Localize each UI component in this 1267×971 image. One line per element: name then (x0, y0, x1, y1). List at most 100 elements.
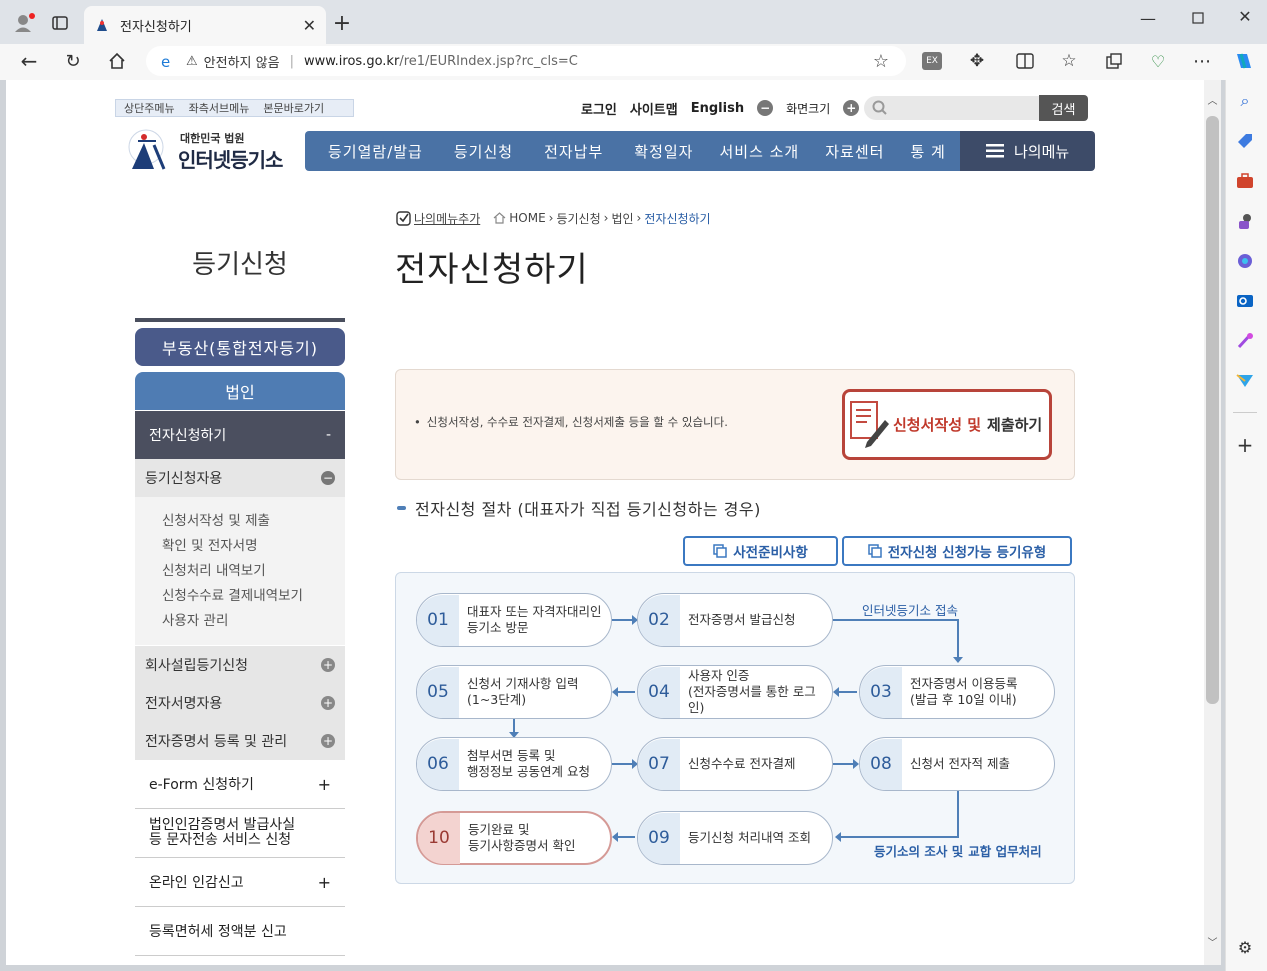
link-license-tax-label: 등록면허세 정액분 신고 (149, 924, 287, 940)
group-applicant[interactable]: 등기신청자용 − (135, 459, 345, 497)
zoom-label: 화면크기 (786, 101, 831, 116)
split-screen-icon[interactable] (1014, 50, 1036, 72)
sidebar-outlook-icon[interactable] (1234, 290, 1256, 312)
my-menu-button[interactable]: 나의메뉴 (960, 131, 1095, 171)
back-icon[interactable]: ← (18, 49, 40, 73)
skip-link-top-menu[interactable]: 상단주메뉴 (124, 100, 175, 116)
sidebar-tag-icon[interactable] (1234, 130, 1256, 152)
step-text: 등기신청 처리내역 조회 (688, 830, 811, 845)
link-sms-service[interactable]: 법인인감증명서 발급사실 등 문자전송 서비스 신청 (135, 809, 345, 858)
scroll-down-icon[interactable]: ﹀ (1205, 934, 1220, 949)
group-certificate[interactable]: 전자증명서 등록 및 관리 + (135, 722, 345, 760)
submenu-item-write[interactable]: 신청서작성 및 제출 (162, 506, 345, 531)
scrollbar-thumb[interactable] (1206, 116, 1219, 704)
new-tab-icon[interactable]: + (332, 11, 352, 36)
link-eform-label: e-Form 신청하기 (149, 777, 254, 793)
sidebar-search-icon[interactable]: ⌕ (1234, 90, 1256, 112)
my-menu-label: 나의메뉴 (1014, 142, 1070, 161)
nav-fixed-date[interactable]: 확정일자 (621, 141, 706, 162)
browser-essentials-icon[interactable]: ♡ (1147, 50, 1169, 72)
add-my-menu-link[interactable]: 나의메뉴추가 (414, 210, 480, 227)
url-separator: | (289, 53, 294, 69)
crumb-registry[interactable]: 등기신청 (556, 210, 600, 227)
close-tab-icon[interactable]: ✕ (303, 16, 316, 35)
connector-line (513, 719, 515, 733)
extension-icon[interactable]: EX (922, 52, 942, 70)
procedure-flowchart: 01 대표자 또는 자격자대리인 등기소 방문 02 전자증명서 발급신청 인터… (395, 572, 1075, 884)
copilot-icon[interactable] (1231, 48, 1257, 74)
maximize-icon[interactable] (1188, 8, 1208, 28)
left-nav-active-item[interactable]: 전자신청하기 - (135, 411, 345, 459)
sidebar-games-icon[interactable] (1234, 210, 1256, 232)
url-bar[interactable]: e ⚠ 안전하지 않음 | www.iros.go.kr /re1/EURInd… (146, 46, 906, 76)
nav-statistics[interactable]: 통 계 (897, 141, 958, 162)
skip-link-content[interactable]: 본문바로가기 (263, 100, 324, 116)
sidebar-designer-icon[interactable] (1234, 330, 1256, 352)
profile-icon[interactable] (12, 12, 36, 34)
crumb-sep: › (548, 211, 554, 225)
zoom-out-icon[interactable]: − (757, 100, 774, 116)
zoom-in-icon[interactable]: + (843, 100, 860, 116)
sidebar-divider (1233, 412, 1257, 413)
search-button[interactable]: 검색 (1039, 95, 1088, 121)
sidebar-send-icon[interactable] (1234, 370, 1256, 392)
crumb-home[interactable]: HOME (509, 211, 545, 225)
connector-line (957, 619, 959, 659)
skip-links: 상단주메뉴 좌측서브메뉴 본문바로가기 (115, 99, 354, 117)
home-crumb-icon (492, 211, 506, 225)
nav-epayment[interactable]: 전자납부 (531, 141, 621, 162)
connector-line (957, 791, 959, 837)
refresh-icon[interactable]: ↻ (62, 50, 84, 72)
skip-link-left-menu[interactable]: 좌측서브메뉴 (189, 100, 250, 116)
prep-items-button[interactable]: 사전준비사항 (683, 536, 838, 566)
collections-icon[interactable] (1103, 50, 1125, 72)
link-online-seal[interactable]: 온라인 인감신고 + (135, 858, 345, 907)
favorites-icon[interactable]: ☆ (1058, 50, 1080, 72)
crumb-corp[interactable]: 법인 (611, 210, 633, 227)
favorite-star-icon[interactable]: ☆ (870, 50, 892, 72)
link-license-tax[interactable]: 등록면허세 정액분 신고 (135, 907, 345, 956)
submenu-item-user[interactable]: 사용자 관리 (162, 606, 345, 631)
nav-data-center[interactable]: 자료센터 (812, 141, 897, 162)
browser-tab[interactable]: 전자신청하기 ✕ (84, 6, 326, 44)
puzzle-extensions-icon[interactable]: ✥ (966, 50, 988, 72)
step-number: 08 (860, 738, 902, 790)
sidebar-add-icon[interactable]: + (1234, 433, 1256, 457)
group-signer[interactable]: 전자서명자용 + (135, 684, 345, 722)
nav-service-intro[interactable]: 서비스 소개 (706, 141, 812, 162)
english-link[interactable]: English (691, 101, 744, 116)
realestate-button[interactable]: 부동산(통합전자등기) (135, 328, 345, 366)
more-options-icon[interactable]: ⋯ (1191, 50, 1213, 72)
tab-title: 전자신청하기 (120, 19, 192, 35)
sidebar-settings-icon[interactable]: ⚙ (1234, 936, 1256, 958)
nav-registry-apply[interactable]: 등기신청 (436, 141, 531, 162)
ie-mode-icon[interactable]: e (160, 53, 176, 69)
link-eform[interactable]: e-Form 신청하기 + (135, 760, 345, 809)
step-number: 10 (418, 812, 460, 864)
close-window-icon[interactable]: ✕ (1235, 6, 1255, 26)
login-link[interactable]: 로그인 (581, 99, 617, 118)
step-text: 전자증명서 이용등록 (발급 후 10일 이내) (910, 676, 1018, 707)
scroll-up-icon[interactable]: ︿ (1205, 92, 1220, 107)
submenu-item-history[interactable]: 신청처리 내역보기 (162, 556, 345, 581)
group-company-setup[interactable]: 회사설립등기신청 + (135, 646, 345, 684)
court-emblem-icon (128, 129, 166, 170)
home-icon[interactable] (106, 50, 128, 72)
sidebar-m365-icon[interactable] (1234, 250, 1256, 272)
sidebar-toolbox-icon[interactable] (1234, 170, 1256, 192)
write-submit-button[interactable]: 신청서작성 및 제출하기 (842, 389, 1052, 460)
submenu-item-sign[interactable]: 확인 및 전자서명 (162, 531, 345, 556)
workspaces-icon[interactable] (50, 14, 70, 32)
registry-types-button[interactable]: 전자신청 신청가능 등기유형 (842, 536, 1072, 566)
search-input[interactable] (864, 96, 1039, 120)
minimize-icon[interactable]: — (1138, 8, 1158, 28)
submenu-item-payment[interactable]: 신청수수료 결제내역보기 (162, 581, 345, 606)
heading-marker (397, 506, 406, 510)
link-eform-sign: + (317, 774, 331, 794)
corp-button[interactable]: 법인 (135, 372, 345, 410)
page-title: 전자신청하기 (395, 250, 589, 290)
sitemap-link[interactable]: 사이트맵 (630, 99, 678, 118)
site-logo[interactable]: 대한민국 법원 인터넷등기소 (124, 125, 294, 173)
nav-registry-view[interactable]: 등기열람/발급 (315, 141, 436, 162)
copy-icon (868, 544, 882, 558)
